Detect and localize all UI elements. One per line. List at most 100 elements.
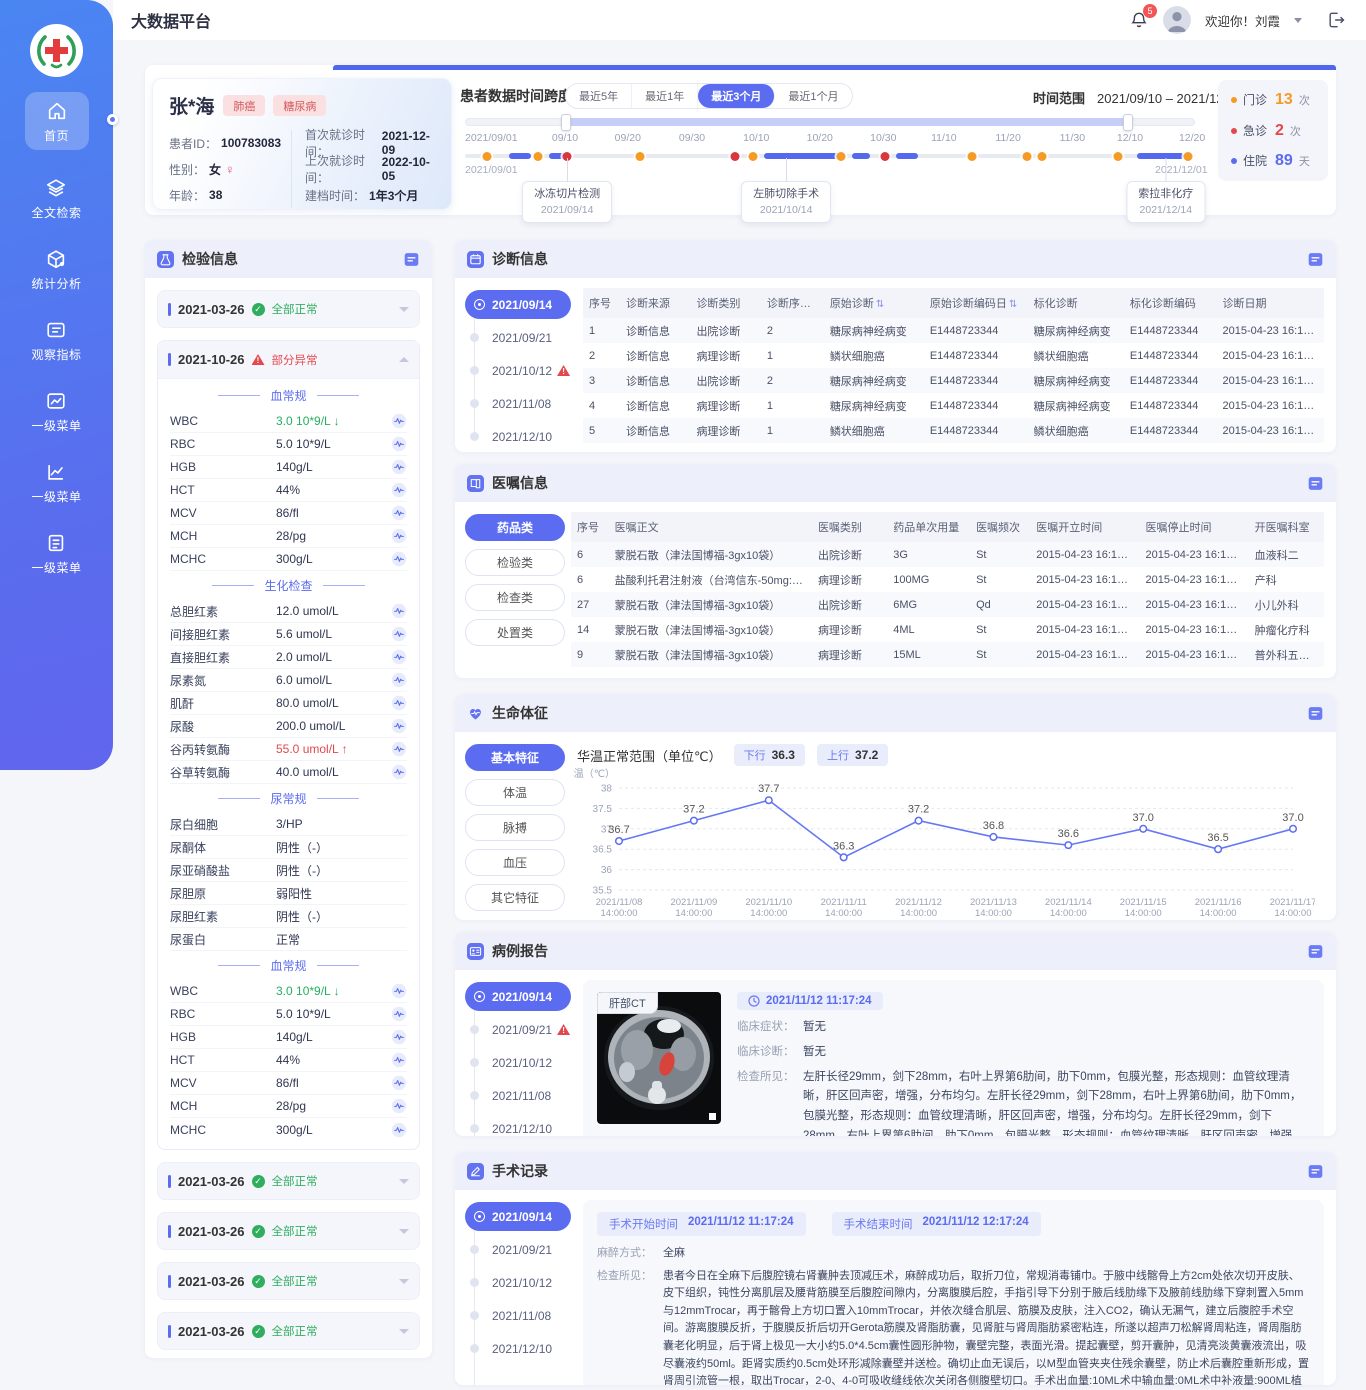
event-dot-orange[interactable] bbox=[1023, 152, 1032, 161]
timeline-item[interactable]: 2021/12/10 bbox=[465, 1332, 577, 1365]
lab-date-card[interactable]: 2021-03-26 ✓全部正常 bbox=[157, 1162, 420, 1200]
tab-其它特征[interactable]: 其它特征 bbox=[465, 884, 565, 911]
trend-icon[interactable] bbox=[391, 672, 407, 688]
notification-bell-icon[interactable]: 5 bbox=[1129, 10, 1149, 30]
trend-icon[interactable] bbox=[391, 505, 407, 521]
event-dot-orange[interactable] bbox=[482, 152, 491, 161]
chevron-down-icon[interactable] bbox=[399, 1279, 409, 1284]
notes-icon[interactable] bbox=[1307, 705, 1324, 722]
trend-icon[interactable] bbox=[391, 603, 407, 619]
sidebar-item-4[interactable]: 一级菜单 bbox=[31, 390, 81, 434]
trend-icon[interactable] bbox=[391, 741, 407, 757]
table-row[interactable]: 4诊断信息病理诊断1糖尿病神经病变E1448723344糖尿病神经病变E1448… bbox=[583, 393, 1324, 418]
lab-date-card[interactable]: 2021-10-26 !部分异常 bbox=[158, 341, 419, 379]
tab-处置类[interactable]: 处置类 bbox=[465, 619, 565, 646]
tab-体温[interactable]: 体温 bbox=[465, 779, 565, 806]
tab-检查类[interactable]: 检查类 bbox=[465, 584, 565, 611]
trend-icon[interactable] bbox=[391, 1098, 407, 1114]
timeline-item[interactable]: 2021/12/10 bbox=[465, 1112, 577, 1136]
event-tooltip[interactable]: 左肺切除手术2021/10/14 bbox=[741, 181, 831, 223]
timeline-item-active[interactable]: 2021/09/14 bbox=[465, 982, 571, 1011]
tab-药品类[interactable]: 药品类 bbox=[465, 514, 565, 541]
timeline-item[interactable]: 2021/10/12 bbox=[465, 1046, 577, 1079]
event-dot-orange[interactable] bbox=[1183, 152, 1192, 161]
tab-检验类[interactable]: 检验类 bbox=[465, 549, 565, 576]
event-dot-red[interactable] bbox=[731, 152, 740, 161]
sort-icon[interactable]: ⇅ bbox=[813, 299, 821, 310]
sort-icon[interactable]: ⇅ bbox=[876, 299, 884, 310]
notes-icon[interactable] bbox=[1307, 943, 1324, 960]
table-row[interactable]: 6蒙脱石散（津法国博福-3gx10袋）出院诊断3GSt2015-04-23 16… bbox=[571, 542, 1324, 567]
trend-icon[interactable] bbox=[391, 1052, 407, 1068]
avatar[interactable] bbox=[1163, 6, 1191, 34]
notes-icon[interactable] bbox=[1307, 251, 1324, 268]
event-segment[interactable] bbox=[852, 153, 870, 159]
timeline-item[interactable]: 2021/11/08 bbox=[465, 1299, 577, 1332]
timespan-option[interactable]: 最近3个月 bbox=[698, 84, 775, 108]
ct-scan-image[interactable]: 肝部CT bbox=[597, 992, 721, 1124]
event-segment[interactable] bbox=[896, 153, 918, 159]
table-row[interactable]: 2诊断信息病理诊断1鳞状细胞癌E1448723344鳞状细胞癌E14487233… bbox=[583, 343, 1324, 368]
lab-date-card[interactable]: 2021-03-26 ✓全部正常 bbox=[157, 1312, 420, 1350]
timeline-item[interactable]: 2021/10/12! bbox=[465, 354, 577, 387]
sidebar-item-0[interactable]: 首页 bbox=[25, 92, 89, 150]
sidebar-item-6[interactable]: 一级菜单 bbox=[31, 532, 81, 576]
tab-血压[interactable]: 血压 bbox=[465, 849, 565, 876]
event-segment[interactable] bbox=[764, 153, 841, 159]
timeline-item[interactable]: 2021/09/21 bbox=[465, 1233, 577, 1266]
event-segment[interactable] bbox=[1137, 153, 1184, 159]
trend-icon[interactable] bbox=[391, 482, 407, 498]
chevron-down-icon[interactable] bbox=[399, 1179, 409, 1184]
event-dot-orange[interactable] bbox=[749, 152, 758, 161]
trend-icon[interactable] bbox=[391, 1122, 407, 1138]
trend-icon[interactable] bbox=[391, 459, 407, 475]
trend-icon[interactable] bbox=[391, 695, 407, 711]
event-segment[interactable] bbox=[509, 153, 531, 159]
table-row[interactable]: 1诊断信息出院诊断2糖尿病神经病变E1448723344糖尿病神经病变E1448… bbox=[583, 318, 1324, 343]
timeline-item[interactable]: 2021/09/21! bbox=[465, 1013, 577, 1046]
event-dot-orange[interactable] bbox=[968, 152, 977, 161]
range-badge[interactable]: 上行37.2 bbox=[817, 744, 888, 766]
timespan-option[interactable]: 最近1个月 bbox=[775, 84, 851, 108]
trend-icon[interactable] bbox=[391, 551, 407, 567]
sidebar-item-2[interactable]: 统计分析 bbox=[31, 248, 81, 292]
trend-icon[interactable] bbox=[391, 1029, 407, 1045]
chevron-down-icon[interactable] bbox=[1294, 18, 1302, 23]
table-row[interactable]: 14蒙脱石散（津法国博福-3gx10袋）病理诊断4MLSt2015-04-23 … bbox=[571, 617, 1324, 642]
trend-icon[interactable] bbox=[391, 649, 407, 665]
trend-icon[interactable] bbox=[391, 1075, 407, 1091]
timeline-item[interactable]: 2021/10/12 bbox=[465, 1266, 577, 1299]
notes-icon[interactable] bbox=[403, 251, 420, 268]
event-dot-orange[interactable] bbox=[636, 152, 645, 161]
time-slider[interactable] bbox=[465, 118, 1195, 126]
trend-icon[interactable] bbox=[391, 528, 407, 544]
trend-icon[interactable] bbox=[391, 764, 407, 780]
timespan-option[interactable]: 最近1年 bbox=[632, 84, 698, 108]
slider-handle-left[interactable] bbox=[561, 114, 571, 131]
trend-icon[interactable] bbox=[391, 413, 407, 429]
trend-icon[interactable] bbox=[391, 436, 407, 452]
trend-icon[interactable] bbox=[391, 718, 407, 734]
timeline-item[interactable]: 2021/12/10 bbox=[465, 420, 577, 452]
chevron-down-icon[interactable] bbox=[399, 307, 409, 312]
trend-icon[interactable] bbox=[391, 626, 407, 642]
chevron-up-icon[interactable] bbox=[399, 357, 409, 362]
lab-date-card[interactable]: 2021-03-26 ✓全部正常 bbox=[157, 1212, 420, 1250]
tab-脉搏[interactable]: 脉搏 bbox=[465, 814, 565, 841]
table-row[interactable]: 9蒙脱石散（津法国博福-3gx10袋）病理诊断15MLSt2015-04-23 … bbox=[571, 642, 1324, 667]
timeline-item-active[interactable]: 2021/09/14 bbox=[465, 290, 571, 319]
event-dot-red[interactable] bbox=[880, 152, 889, 161]
table-row[interactable]: 3诊断信息出院诊断2糖尿病神经病变E1448723344糖尿病神经病变E1448… bbox=[583, 368, 1324, 393]
timeline-item[interactable]: 2021/11/08 bbox=[465, 1079, 577, 1112]
sidebar-item-3[interactable]: 观察指标 bbox=[31, 319, 81, 363]
table-row[interactable]: 5诊断信息病理诊断1鳞状细胞癌E1448723344鳞状细胞癌E14487233… bbox=[583, 418, 1324, 443]
timeline-item[interactable]: 2021/09/21 bbox=[465, 321, 577, 354]
lab-date-card[interactable]: 2021-03-26 ✓全部正常 bbox=[157, 290, 420, 328]
notes-icon[interactable] bbox=[1307, 475, 1324, 492]
table-row[interactable]: 6盐酸利托君注射液（台湾信东-50mg:5ml）病理诊断100MGSt2015-… bbox=[571, 567, 1324, 592]
sort-icon[interactable]: ⇅ bbox=[1009, 299, 1017, 310]
event-tooltip[interactable]: 冰冻切片检测2021/09/14 bbox=[522, 181, 612, 223]
range-badge[interactable]: 下行36.3 bbox=[734, 744, 805, 766]
timeline-item-active[interactable]: 2021/09/14 bbox=[465, 1202, 571, 1231]
notes-icon[interactable] bbox=[1307, 1163, 1324, 1180]
